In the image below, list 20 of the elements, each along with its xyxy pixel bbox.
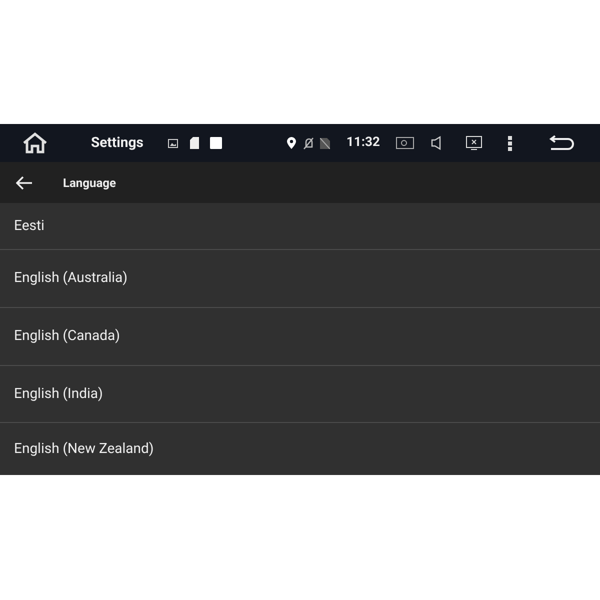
camera-icon[interactable] <box>396 137 414 149</box>
home-icon[interactable] <box>22 132 48 154</box>
language-option[interactable]: English (Canada) <box>14 326 120 347</box>
more-options-icon[interactable] <box>508 136 512 150</box>
image-icon <box>168 138 178 148</box>
language-option[interactable]: English (New Zealand) <box>14 438 154 460</box>
sd-card-icon <box>190 137 200 149</box>
language-option[interactable]: English (India) <box>14 384 103 404</box>
clock-time: 11:32 <box>346 134 380 152</box>
close-screen-icon[interactable] <box>466 136 482 150</box>
location-pin-icon <box>287 137 296 149</box>
notification-square-icon <box>210 137 222 149</box>
no-signal-icon <box>320 138 330 148</box>
page-title: Language <box>63 174 116 192</box>
speaker-icon[interactable] <box>430 136 442 150</box>
language-option[interactable]: English (Australia) <box>14 268 128 289</box>
back-arrow-icon[interactable] <box>16 176 32 190</box>
app-title: Settings <box>91 134 144 152</box>
back-icon[interactable] <box>548 135 575 151</box>
language-option[interactable]: Eesti <box>14 216 44 236</box>
